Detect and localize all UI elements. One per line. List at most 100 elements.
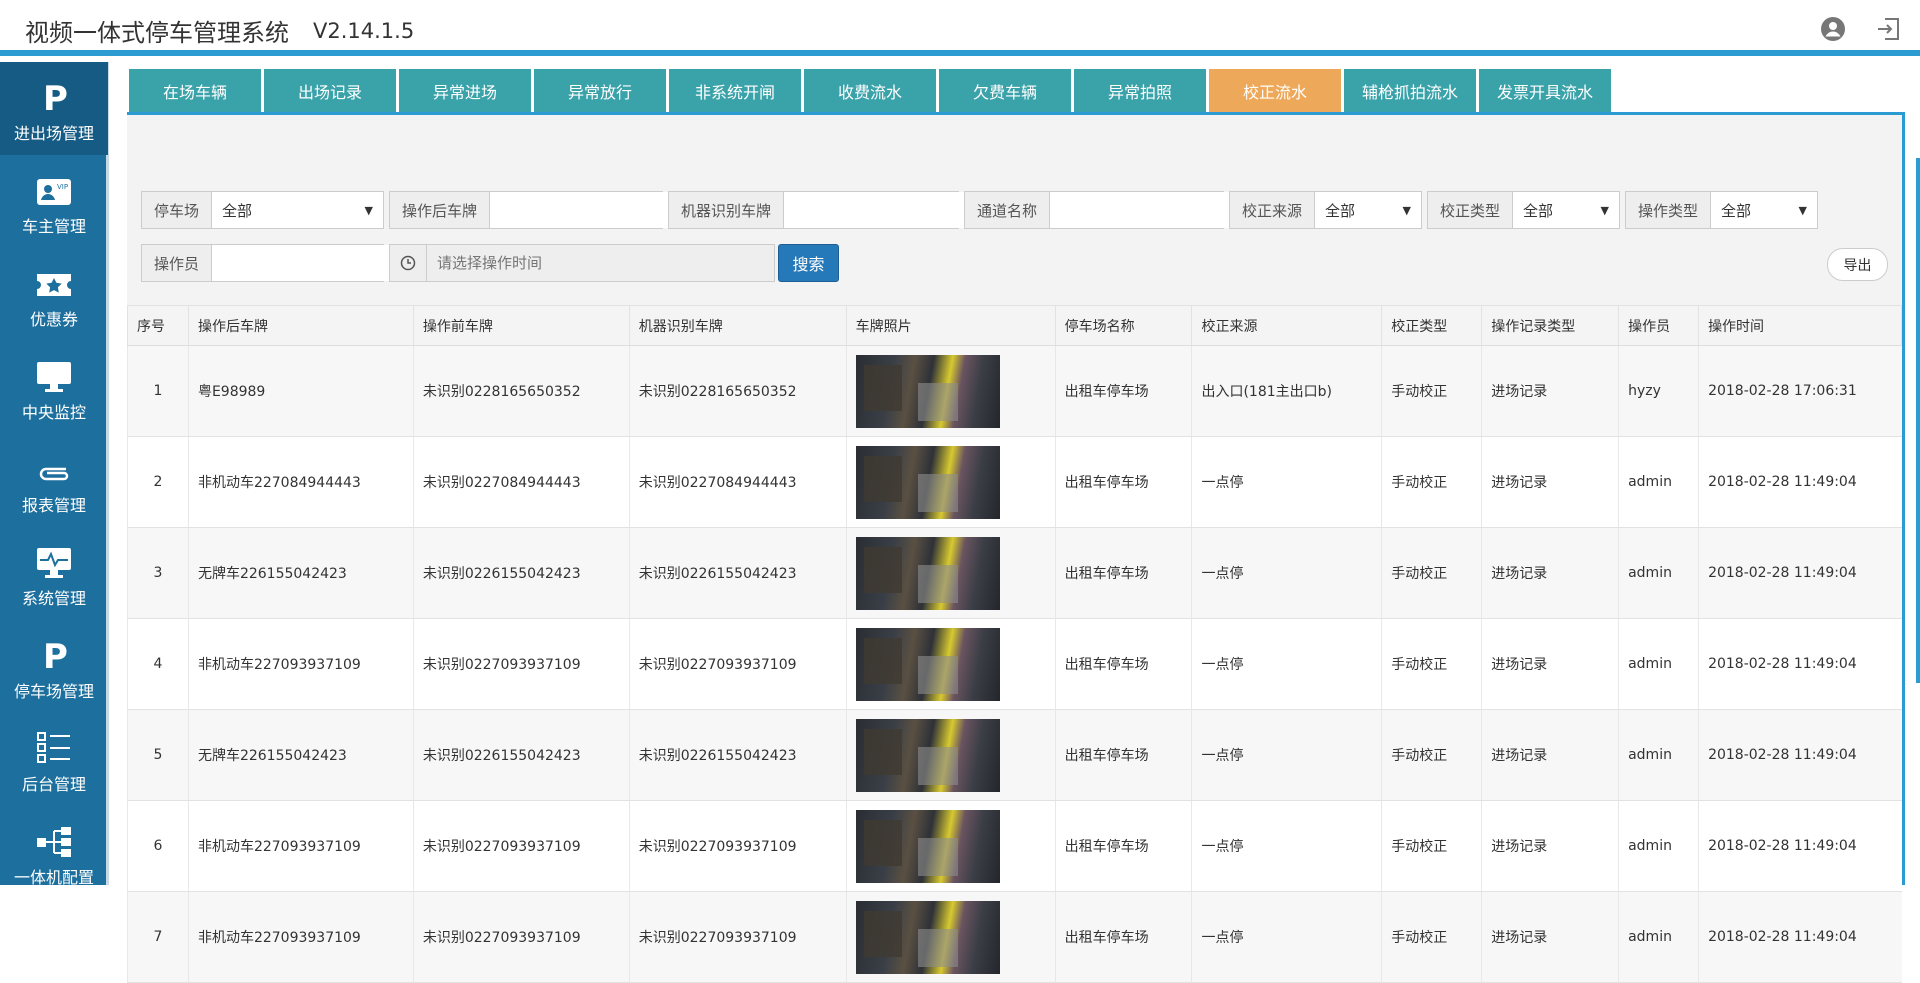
operation-time-field[interactable] [389, 244, 775, 282]
column-header: 序号 [127, 305, 189, 346]
plate-photo[interactable] [855, 718, 1000, 792]
plate-photo[interactable] [855, 354, 1000, 428]
sidebar-item-parking-lot[interactable]: P 停车场管理 [0, 620, 108, 713]
search-button[interactable]: 搜索 [778, 244, 839, 282]
tab-invoice-records[interactable]: 发票开具流水 [1479, 69, 1611, 112]
plate-machine-label: 机器识别车牌 [669, 192, 785, 228]
parking-lot-select[interactable]: 停车场 全部 ▼ [141, 191, 384, 229]
column-header: 操作员 [1618, 305, 1700, 346]
sidebar-item-reports[interactable]: 报表管理 [0, 434, 108, 527]
content-panel: 停车场 全部 ▼ 操作后车牌 机器识别车牌 通道名称 校正来源 全部 ▼ 校正类型 … [127, 112, 1905, 983]
tab-vehicles-in-lot[interactable]: 在场车辆 [129, 69, 261, 112]
plate-photo[interactable] [855, 809, 1000, 883]
table-row[interactable]: 2 非机动车227084944443 未识别0227084944443 未识别0… [127, 436, 1902, 528]
cell-correction-type: 手动校正 [1381, 436, 1482, 528]
cell-plate-after: 非机动车227084944443 [187, 436, 414, 528]
sidebar-item-label: 系统管理 [21, 589, 86, 608]
table-row[interactable]: 3 无牌车226155042423 未识别0226155042423 未识别02… [127, 527, 1902, 619]
tab-exit-records[interactable]: 出场记录 [264, 69, 396, 112]
column-header: 操作后车牌 [187, 305, 414, 346]
user-circle-icon[interactable] [1819, 15, 1847, 43]
operation-time-input[interactable] [427, 245, 774, 281]
cell-photo [845, 527, 1056, 619]
cell-plate-machine: 未识别0227093937109 [628, 891, 847, 983]
sidebar-item-backend[interactable]: 后台管理 [0, 713, 108, 806]
sidebar-item-central-monitor[interactable]: 中央监控 [0, 341, 108, 434]
cell-operator: admin [1618, 800, 1699, 892]
plate-after-field[interactable]: 操作后车牌 [389, 191, 705, 229]
cell-time: 2018-02-28 11:49:04 [1698, 618, 1902, 710]
cell-plate-machine: 未识别0226155042423 [628, 527, 847, 619]
cell-no: 6 [127, 800, 189, 892]
cell-photo [845, 891, 1056, 983]
operation-type-value: 全部 [1721, 201, 1752, 220]
sidebar-item-system[interactable]: 系统管理 [0, 527, 108, 620]
cell-no: 7 [127, 891, 189, 983]
logout-icon[interactable] [1875, 15, 1903, 43]
plate-photo[interactable] [855, 536, 1000, 610]
export-button[interactable]: 导出 [1827, 248, 1888, 281]
cell-correction-type: 手动校正 [1381, 618, 1482, 710]
cell-lot: 出租车停车场 [1054, 345, 1192, 437]
tab-correction-records[interactable]: 校正流水 [1209, 69, 1341, 112]
plate-photo[interactable] [855, 627, 1000, 701]
sidebar-item-label: 优惠券 [29, 310, 78, 329]
cell-time: 2018-02-28 17:06:31 [1698, 345, 1902, 437]
correction-source-select[interactable]: 校正来源 全部 ▼ [1229, 191, 1422, 229]
cell-lot: 出租车停车场 [1054, 527, 1192, 619]
cell-time: 2018-02-28 11:49:04 [1698, 891, 1902, 983]
plate-machine-field[interactable]: 机器识别车牌 [668, 191, 999, 229]
sidebar-item-device-config[interactable]: 一体机配置 [0, 806, 108, 899]
correction-records-table: 序号 操作后车牌 操作前车牌 机器识别车牌 车牌照片 停车场名称 校正来源 校正… [127, 305, 1902, 983]
cell-correction-type: 手动校正 [1381, 891, 1482, 983]
operation-type-label: 操作类型 [1626, 192, 1712, 228]
vertical-scrollbar[interactable] [1916, 158, 1920, 683]
operation-type-select[interactable]: 操作类型 全部 ▼ [1625, 191, 1818, 229]
channel-name-field[interactable]: 通道名称 [964, 191, 1265, 229]
channel-name-label: 通道名称 [965, 192, 1051, 228]
app-version: V2.14.1.5 [313, 19, 415, 43]
cell-plate-before: 未识别0227093937109 [412, 618, 630, 710]
cell-plate-machine: 未识别0228165650352 [628, 345, 847, 437]
parking-lot-label: 停车场 [142, 192, 213, 228]
table-row[interactable]: 5 无牌车226155042423 未识别0226155042423 未识别02… [127, 709, 1902, 801]
coupon-star-icon [37, 274, 71, 296]
operator-field[interactable]: 操作员 [141, 244, 427, 282]
cell-source: 一点停 [1191, 800, 1382, 892]
cell-record-type: 进场记录 [1481, 800, 1619, 892]
plate-photo[interactable] [855, 900, 1000, 974]
sidebar-item-label: 停车场管理 [13, 682, 94, 701]
parking-p-icon: P [43, 638, 68, 672]
tab-non-system-gate[interactable]: 非系统开闸 [669, 69, 801, 112]
correction-type-select[interactable]: 校正类型 全部 ▼ [1427, 191, 1620, 229]
sidebar-item-owners[interactable]: VIP 车主管理 [0, 155, 108, 248]
column-header: 停车场名称 [1054, 305, 1193, 346]
sidebar-item-entry-exit[interactable]: P 进出场管理 [0, 62, 108, 155]
sidebar: P 进出场管理 VIP 车主管理 优惠券 中央监控 报表管理 系统管理 P 停车… [0, 62, 109, 887]
column-header: 操作记录类型 [1481, 305, 1620, 346]
cell-correction-type: 手动校正 [1381, 345, 1482, 437]
cell-record-type: 进场记录 [1481, 891, 1619, 983]
plate-photo[interactable] [855, 445, 1000, 519]
cell-operator: hyzy [1618, 345, 1699, 437]
tab-abnormal-photos[interactable]: 异常拍照 [1074, 69, 1206, 112]
sidebar-item-label: 中央监控 [21, 403, 86, 422]
table-row[interactable]: 1 粤E98989 未识别0228165650352 未识别0228165650… [127, 345, 1902, 437]
tab-abnormal-entry[interactable]: 异常进场 [399, 69, 531, 112]
tab-abnormal-release[interactable]: 异常放行 [534, 69, 666, 112]
table-row[interactable]: 7 非机动车227093937109 未识别0227093937109 未识别0… [127, 891, 1902, 983]
parking-p-icon: P [43, 80, 68, 114]
tab-fee-records[interactable]: 收费流水 [804, 69, 936, 112]
tab-arrears-vehicles[interactable]: 欠费车辆 [939, 69, 1071, 112]
tab-aux-capture[interactable]: 辅枪抓拍流水 [1344, 69, 1476, 112]
table-row[interactable]: 4 非机动车227093937109 未识别0227093937109 未识别0… [127, 618, 1902, 710]
network-tree-icon [37, 827, 71, 857]
cell-operator: admin [1618, 618, 1699, 710]
cell-plate-before: 未识别0227084944443 [412, 436, 630, 528]
table-header-row: 序号 操作后车牌 操作前车牌 机器识别车牌 车牌照片 停车场名称 校正来源 校正… [127, 305, 1902, 346]
table-row[interactable]: 6 非机动车227093937109 未识别0227093937109 未识别0… [127, 800, 1902, 892]
sidebar-item-coupons[interactable]: 优惠券 [0, 248, 108, 341]
caret-down-icon: ▼ [1798, 203, 1807, 217]
sidebar-item-label: 车主管理 [21, 217, 86, 236]
parking-lot-value: 全部 [222, 201, 253, 220]
